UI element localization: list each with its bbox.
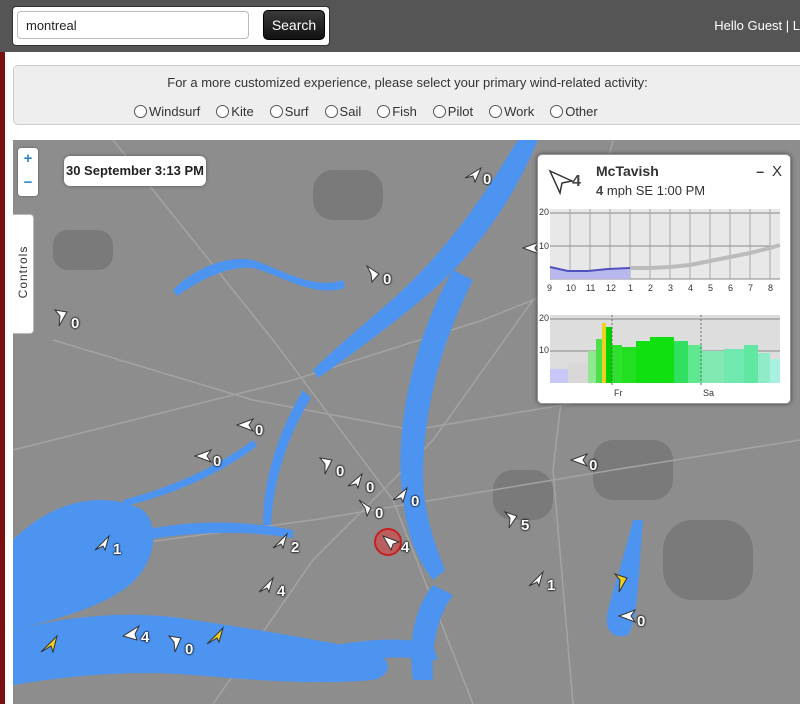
chart1-x-tick: 9: [547, 283, 553, 293]
chart1-x-tick: 6: [728, 283, 734, 293]
wind-arrow-icon: [392, 486, 408, 504]
controls-tab[interactable]: Controls: [13, 214, 34, 334]
map-datetime: 30 September 3:13 PM: [64, 156, 206, 186]
wind-arrow-icon: [503, 510, 518, 529]
radio-icon[interactable]: [432, 105, 446, 118]
chart1-y-tick: 10: [539, 241, 550, 251]
station-marker[interactable]: 0: [391, 486, 419, 510]
zoom-in-button[interactable]: +: [18, 148, 38, 172]
activity-option-fish[interactable]: Fish: [377, 104, 417, 119]
wind-arrow-icon: [235, 417, 255, 433]
station-marker[interactable]: 0: [463, 164, 491, 188]
wind-arrow-icon: [272, 532, 289, 550]
chart2-day-label: Fr: [614, 388, 623, 398]
chart1-x-tick: 8: [768, 283, 774, 293]
wind-arrow-icon: [347, 472, 363, 490]
station-marker[interactable]: 4: [257, 576, 285, 600]
station-marker[interactable]: 0: [346, 472, 374, 496]
chart1-x-tick: 12: [606, 283, 617, 293]
station-marker[interactable]: 0: [355, 498, 383, 522]
wind-arrow-icon: [121, 624, 141, 641]
wind-arrow-icon: [94, 534, 111, 552]
radio-icon[interactable]: [377, 105, 391, 118]
wind-arrow-icon: [358, 499, 372, 518]
wind-arrow-icon: [617, 608, 637, 624]
station-marker[interactable]: 0: [363, 264, 391, 288]
station-marker[interactable]: 1: [527, 570, 555, 594]
activity-option-pilot[interactable]: Pilot: [432, 104, 473, 119]
station-marker[interactable]: 4: [121, 622, 149, 646]
chart2-day-label: Sa: [703, 388, 715, 398]
search-form: Search: [12, 6, 330, 46]
activity-option-windsurf[interactable]: Windsurf: [134, 104, 200, 119]
station-marker[interactable]: 0: [165, 634, 193, 658]
search-button[interactable]: Search: [263, 10, 325, 40]
activity-option-other[interactable]: Other: [550, 104, 598, 119]
radio-icon[interactable]: [324, 105, 338, 118]
wind-arrow-icon: [53, 309, 68, 327]
alert-wind-arrow-icon[interactable]: [611, 572, 631, 594]
station-marker[interactable]: 0: [316, 456, 344, 480]
wind-arrow-icon: [464, 166, 483, 184]
chart1-x-tick: 5: [708, 283, 714, 293]
wind-arrow-icon: [258, 576, 275, 594]
chart2-y-tick: 10: [539, 345, 550, 355]
activity-option-kite[interactable]: Kite: [216, 104, 254, 119]
wind-arrow-icon: [167, 635, 182, 653]
chart1-x-tick: 2: [648, 283, 654, 293]
wind-arrow-icon: [193, 448, 213, 464]
selected-station-marker[interactable]: 4: [381, 532, 409, 556]
wind-arrow-icon: [569, 452, 589, 468]
wind-arrow-icon: [528, 570, 545, 588]
station-marker[interactable]: 1: [93, 534, 121, 558]
chart1-y-tick: 20: [539, 207, 550, 217]
zoom-control: + −: [18, 148, 38, 196]
activity-prompt: For a more customized experience, please…: [167, 75, 648, 90]
radio-icon[interactable]: [269, 105, 283, 118]
wind-arrow-icon: [365, 264, 380, 284]
radio-icon[interactable]: [216, 105, 230, 118]
wind-arrow-icon: [318, 457, 333, 475]
station-marker[interactable]: 0: [235, 415, 263, 439]
station-marker[interactable]: 0: [51, 308, 79, 332]
alert-wind-arrow-icon[interactable]: [205, 626, 227, 646]
greeting-text: Hello Guest | L: [714, 18, 800, 33]
station-marker[interactable]: 0: [193, 446, 221, 470]
station-popup: 4 McTavish 4 mph SE 1:00 PM – X 20 10 9 …: [537, 154, 791, 404]
wind-charts: [549, 209, 781, 387]
left-border-strip: [0, 52, 5, 704]
wind-arrow-icon: [381, 535, 401, 552]
station-marker[interactable]: 0: [617, 606, 645, 630]
zoom-out-button[interactable]: −: [18, 172, 38, 196]
chart1-x-tick: 1: [628, 283, 634, 293]
station-marker[interactable]: 2: [271, 532, 299, 556]
activity-selector: For a more customized experience, please…: [13, 65, 800, 125]
activity-option-work[interactable]: Work: [489, 104, 534, 119]
chart1-x-tick: 3: [668, 283, 674, 293]
chart1-x-tick: 7: [748, 283, 754, 293]
search-input[interactable]: [17, 11, 249, 39]
radio-icon[interactable]: [550, 105, 564, 118]
chart1-x-tick: 11: [586, 283, 596, 293]
chart1-x-tick: 10: [566, 283, 577, 293]
station-marker[interactable]: 0: [569, 450, 597, 474]
radio-icon[interactable]: [489, 105, 503, 118]
radio-icon[interactable]: [134, 105, 147, 118]
station-marker[interactable]: 5: [501, 510, 529, 534]
activity-option-sail[interactable]: Sail: [324, 104, 361, 119]
alert-wind-arrow-icon[interactable]: [39, 634, 61, 656]
activity-option-surf[interactable]: Surf: [269, 104, 309, 119]
chart2-y-tick: 20: [539, 313, 550, 323]
chart1-x-tick: 4: [688, 283, 694, 293]
